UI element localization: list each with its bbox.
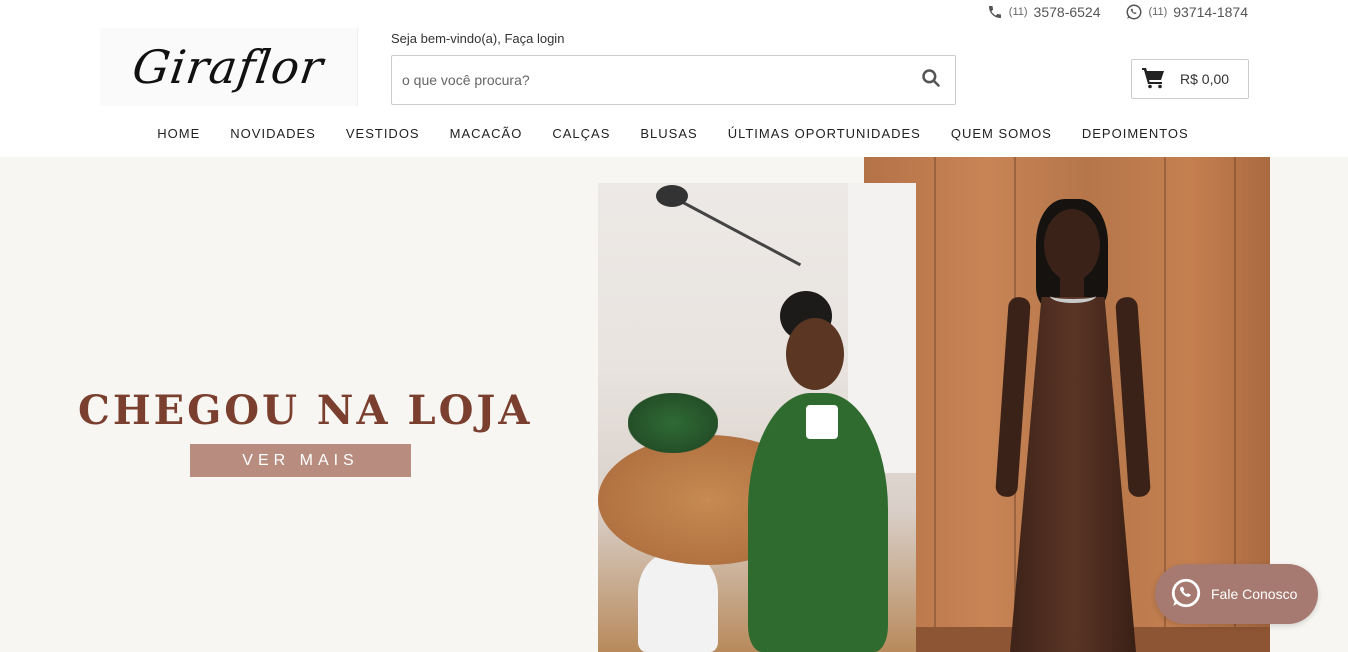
- search-input[interactable]: [392, 56, 907, 104]
- contact-bar: (11) 3578-6524 (11) 93714-1874: [987, 0, 1248, 24]
- hero-banner[interactable]: CHEGOU NA LOJA VER MAIS: [0, 157, 1348, 652]
- nav-item-quem-somos[interactable]: QUEM SOMOS: [951, 126, 1052, 141]
- whatsapp-contact[interactable]: (11) 93714-1874: [1125, 3, 1248, 21]
- site-logo[interactable]: Giraflor: [100, 28, 358, 106]
- banner-photo-green-dress: [598, 183, 916, 652]
- nav-item-blusas[interactable]: BLUSAS: [640, 126, 697, 141]
- nav-item-ultimas-oportunidades[interactable]: ÚLTIMAS OPORTUNIDADES: [728, 126, 921, 141]
- phone-icon: [987, 4, 1003, 20]
- nav-item-home[interactable]: HOME: [157, 126, 200, 141]
- welcome-login-link[interactable]: Seja bem-vindo(a), Faça login: [391, 31, 564, 46]
- ver-mais-button[interactable]: VER MAIS: [190, 444, 411, 477]
- phone-ddd: (11): [1008, 6, 1028, 18]
- nav-item-depoimentos[interactable]: DEPOIMENTOS: [1082, 126, 1189, 141]
- cart-icon: [1142, 67, 1166, 92]
- logo-text: Giraflor: [129, 40, 328, 94]
- nav-item-macacao[interactable]: MACACÃO: [450, 126, 523, 141]
- whatsapp-icon: [1125, 3, 1143, 21]
- whatsapp-number: 93714-1874: [1173, 4, 1248, 20]
- cart-total: R$ 0,00: [1180, 71, 1230, 87]
- nav-item-vestidos[interactable]: VESTIDOS: [346, 126, 420, 141]
- nav-item-novidades[interactable]: NOVIDADES: [230, 126, 316, 141]
- phone-contact[interactable]: (11) 3578-6524: [987, 4, 1101, 20]
- search-bar: [391, 55, 956, 105]
- search-button[interactable]: [907, 56, 955, 104]
- fale-conosco-label: Fale Conosco: [1211, 586, 1298, 602]
- cart-button[interactable]: R$ 0,00: [1131, 59, 1249, 99]
- main-nav: HOME NOVIDADES VESTIDOS MACACÃO CALÇAS B…: [0, 118, 1348, 148]
- whatsapp-icon: [1169, 576, 1203, 613]
- whatsapp-ddd: (11): [1148, 6, 1168, 18]
- banner-headline: CHEGOU NA LOJA: [78, 387, 533, 434]
- phone-number: 3578-6524: [1033, 4, 1101, 20]
- nav-item-calcas[interactable]: CALÇAS: [552, 126, 610, 141]
- fale-conosco-button[interactable]: Fale Conosco: [1155, 564, 1318, 624]
- search-icon: [921, 68, 941, 93]
